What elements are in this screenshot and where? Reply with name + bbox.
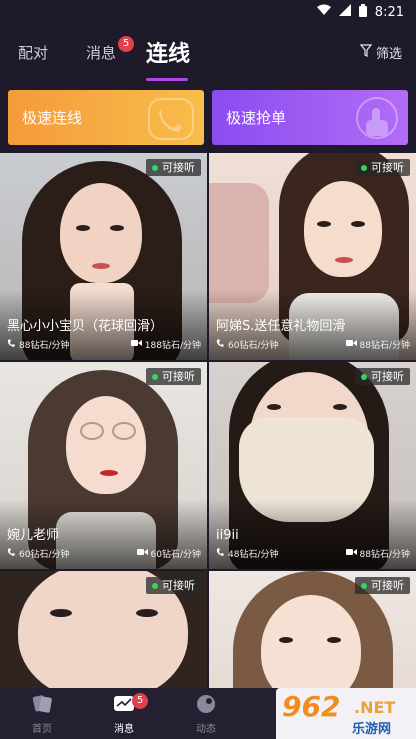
tap-hand-icon <box>354 96 400 145</box>
quick-connect-button[interactable]: 极速连线 <box>8 90 204 145</box>
video-call-icon <box>345 548 357 559</box>
availability-badge: 可接听 <box>355 368 410 385</box>
filter-label: 筛选 <box>375 47 402 62</box>
video-rate: 88钻石/分钟 <box>359 341 411 351</box>
messages-badge: 5 <box>118 36 134 52</box>
voice-rate: 60钻石/分钟 <box>228 341 279 351</box>
watermark-net: .NET <box>354 698 396 717</box>
watermark-logo: 962 .NET 乐游网 <box>276 688 416 739</box>
voice-call-icon <box>216 338 225 351</box>
filter-icon <box>359 44 373 61</box>
video-rate: 88钻石/分钟 <box>359 550 411 560</box>
voice-call-icon <box>7 338 16 351</box>
filter-button[interactable]: 筛选 <box>359 43 402 62</box>
voice-rate: 88钻石/分钟 <box>19 341 70 351</box>
tab-messages[interactable]: 消息 <box>86 42 116 63</box>
quick-grab-order-button[interactable]: 极速抢单 <box>212 90 408 145</box>
video-call-icon <box>345 339 357 350</box>
availability-badge: 可接听 <box>146 368 201 385</box>
video-call-icon <box>130 339 142 350</box>
voice-rate: 48钻石/分钟 <box>228 550 279 560</box>
video-call-icon <box>136 548 148 559</box>
host-card[interactable]: 可接听 阿娣S.送任意礼物回滑 60钻石/分钟 88钻石/分钟 <box>209 153 416 360</box>
signal-icon <box>338 4 351 20</box>
host-name: 阿娣S.送任意礼物回滑 <box>216 319 346 334</box>
nav-home[interactable]: 首页 <box>12 694 72 735</box>
host-card[interactable]: 可接听 婉儿老师 60钻石/分钟 60钻石/分钟 <box>0 362 207 569</box>
top-tab-bar: 配对 消息 5 连线 筛选 <box>0 24 416 82</box>
quick-grab-label: 极速抢单 <box>226 109 287 127</box>
voice-call-icon <box>216 547 225 560</box>
moment-icon <box>176 694 236 717</box>
host-name: ii9ii <box>216 528 239 543</box>
voice-rate: 60钻石/分钟 <box>19 550 70 560</box>
quick-connect-label: 极速连线 <box>22 109 83 127</box>
host-card[interactable]: 可接听 黑心小小宝贝（花球回滑） 88钻石/分钟 188钻石/分钟 <box>0 153 207 360</box>
nav-messages-badge: 5 <box>132 693 148 709</box>
availability-badge: 可接听 <box>146 159 201 176</box>
tab-connect[interactable]: 连线 <box>146 36 190 68</box>
nav-home-label: 首页 <box>32 724 52 735</box>
battery-icon <box>358 3 367 21</box>
video-rate: 60钻石/分钟 <box>150 550 202 560</box>
nav-moments-label: 动态 <box>196 724 216 735</box>
active-tab-indicator <box>146 78 188 81</box>
nav-messages-label: 消息 <box>114 724 134 735</box>
cards-icon <box>12 694 72 717</box>
availability-badge: 可接听 <box>355 159 410 176</box>
host-name: 黑心小小宝贝（花球回滑） <box>7 319 164 334</box>
host-card[interactable]: 可接听 <box>0 571 207 688</box>
nav-moments[interactable]: 动态 <box>176 694 236 735</box>
host-card[interactable]: 可接听 <box>209 571 416 688</box>
wifi-icon <box>316 4 331 20</box>
video-rate: 188钻石/分钟 <box>144 341 201 351</box>
watermark-number: 962 <box>282 690 341 723</box>
clock: 8:21 <box>374 4 404 20</box>
phone-icon <box>146 96 196 145</box>
availability-badge: 可接听 <box>355 577 410 594</box>
host-name: 婉儿老师 <box>7 528 60 543</box>
host-card[interactable]: 可接听 ii9ii 48钻石/分钟 88钻石/分钟 <box>209 362 416 569</box>
voice-call-icon <box>7 547 16 560</box>
status-bar: 8:21 <box>0 0 416 24</box>
tab-match[interactable]: 配对 <box>18 42 48 63</box>
availability-badge: 可接听 <box>146 577 201 594</box>
watermark-sub: 乐游网 <box>352 722 392 737</box>
